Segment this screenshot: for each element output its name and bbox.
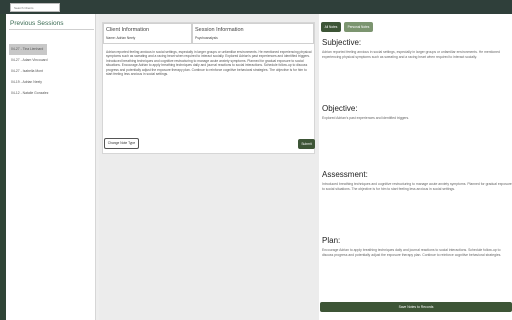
session-note-text[interactable]: Adrian reported feeling anxious in socia…: [106, 50, 313, 76]
client-name: Name: Adrian Neely: [106, 36, 136, 40]
objective-text: Explored Adrian's past experiences and i…: [322, 116, 410, 120]
tab-personal-notes[interactable]: Personal Notes: [344, 22, 373, 32]
previous-sessions-panel: Previous Sessions 04-27 - Tina Lienhard …: [6, 14, 96, 320]
plan-heading: Plan:: [322, 236, 341, 245]
session-information-box: Session Information Psychoanalysis: [192, 23, 314, 44]
session-item[interactable]: 04-12 - Natalie Gonzalez: [9, 88, 95, 99]
assessment-heading: Assessment:: [322, 170, 368, 179]
client-information-box: Client Information Name: Adrian Neely: [103, 23, 192, 44]
session-information-heading: Session Information: [195, 27, 244, 33]
subjective-heading: Subjective:: [322, 38, 362, 47]
change-note-type-button[interactable]: Change Note Type: [104, 138, 139, 149]
session-note-card: Client Information Name: Adrian Neely Se…: [102, 22, 315, 154]
tab-all-notes[interactable]: All Notes: [321, 22, 341, 32]
subjective-text: Adrian reported feeling anxious in socia…: [322, 50, 500, 59]
session-item[interactable]: 04-19 - Adrian Neely: [9, 77, 95, 88]
search-clients-input[interactable]: [10, 3, 60, 12]
client-information-heading: Client Information: [106, 27, 150, 33]
session-type: Psychoanalysis: [195, 36, 218, 40]
top-bar: [0, 0, 512, 14]
session-item[interactable]: 04-27 - Adam Vincouard: [9, 55, 95, 66]
divider: [9, 29, 94, 30]
previous-sessions-title: Previous Sessions: [10, 20, 64, 27]
objective-heading: Objective:: [322, 104, 358, 113]
notes-panel: [319, 14, 512, 320]
assessment-text: Introduced breathing techniques and cogn…: [322, 182, 512, 191]
submit-button[interactable]: Submit: [298, 139, 315, 149]
session-item[interactable]: 04-27 - Tina Lienhard: [9, 44, 47, 55]
plan-text: Encourage Adrian to apply breathing tech…: [322, 248, 502, 257]
save-notes-button[interactable]: Save Notes to Records: [320, 302, 512, 312]
session-list: 04-27 - Tina Lienhard 04-27 - Adam Vinco…: [9, 44, 95, 99]
session-item[interactable]: 04-27 - Isabella Mont: [9, 66, 95, 77]
